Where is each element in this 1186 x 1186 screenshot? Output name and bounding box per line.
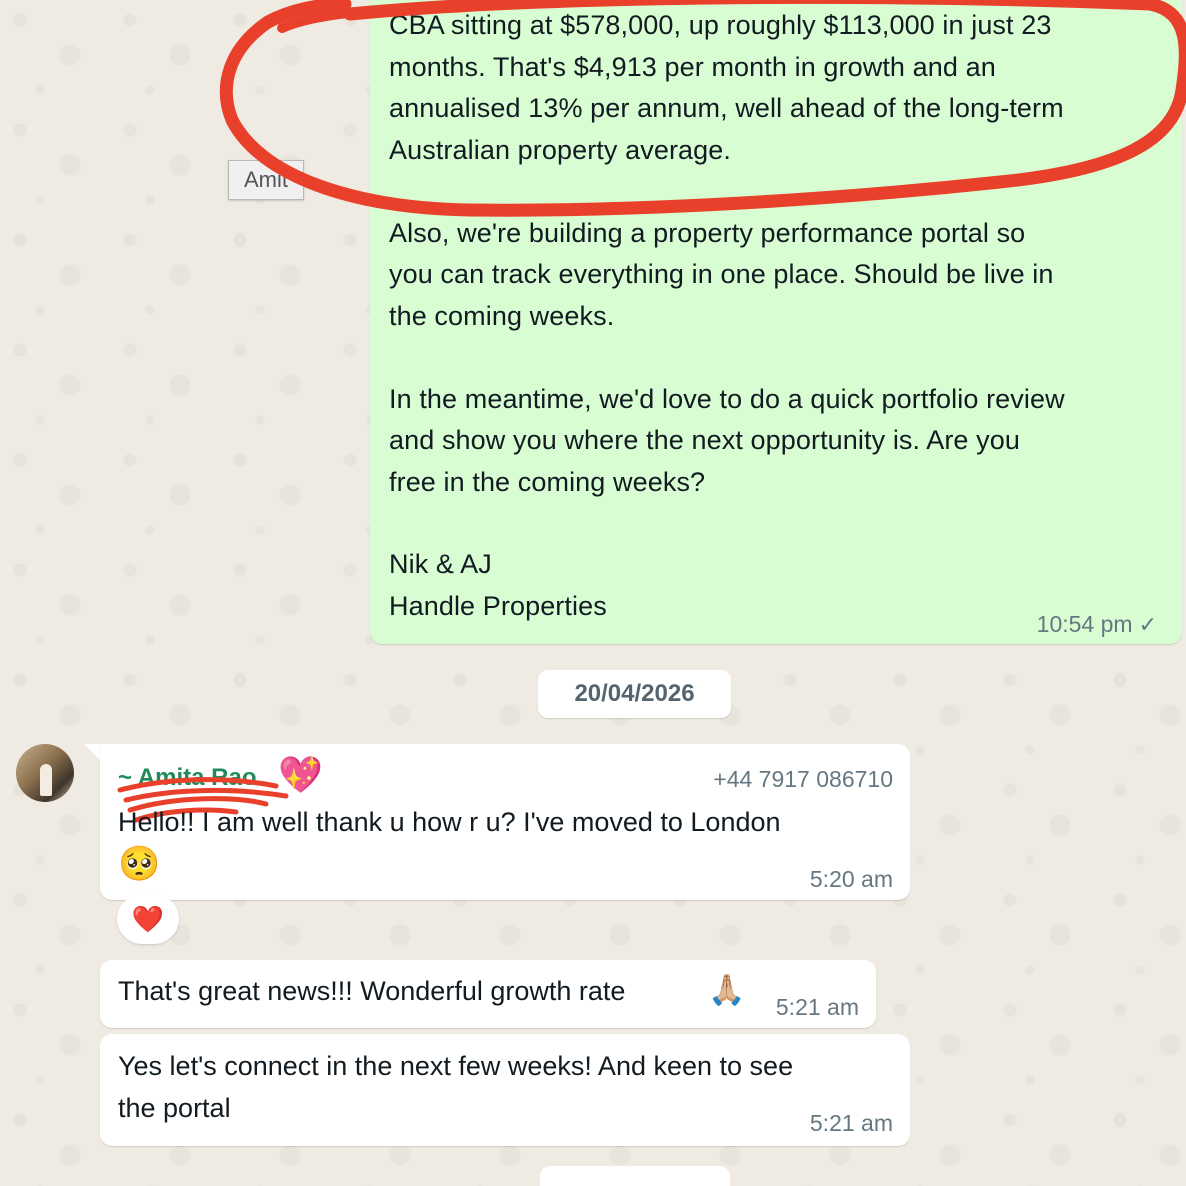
message-meta: 10:54 pm ✓ bbox=[1037, 611, 1157, 638]
incoming-message-bubble[interactable]: That's great news!!! Wonderful growth ra… bbox=[100, 960, 876, 1028]
sender-phone[interactable]: +44 7917 086710 bbox=[713, 766, 893, 793]
message-time: 5:21 am bbox=[775, 994, 859, 1020]
message-text-line: the coming weeks. bbox=[389, 301, 615, 331]
message-text-line: Yes let's connect in the next few weeks!… bbox=[118, 1051, 794, 1081]
message-text-line: In the meantime, we'd love to do a quick… bbox=[389, 384, 1065, 414]
message-signature-line: Handle Properties bbox=[389, 591, 607, 621]
message-signature-line: Nik & AJ bbox=[389, 549, 492, 579]
sender-tooltip: Amit bbox=[228, 160, 304, 200]
incoming-message-bubble[interactable]: Yes let's connect in the next few weeks!… bbox=[100, 1034, 910, 1146]
circle-stroke-overlap bbox=[277, 7, 365, 33]
message-text-line: annualised 13% per annum, well ahead of … bbox=[389, 93, 1064, 123]
avatar[interactable] bbox=[16, 744, 74, 802]
single-check-icon: ✓ bbox=[1138, 611, 1157, 637]
avatar-figure bbox=[40, 764, 52, 796]
message-time: 5:20 am bbox=[809, 866, 893, 892]
incoming-message-bubble[interactable]: ~ Amita Rao 💖 +44 7917 086710 Hello!! I … bbox=[100, 744, 910, 900]
message-text-line: That's great news!!! Wonderful growth ra… bbox=[118, 976, 626, 1006]
message-time: 5:21 am bbox=[809, 1110, 893, 1136]
message-text-line: Hello!! I am well thank u how r u? I've … bbox=[118, 807, 781, 837]
message-time: 10:54 pm bbox=[1036, 611, 1133, 637]
message-text-line: Australian property average. bbox=[389, 135, 731, 165]
heart-reaction[interactable]: ❤️ bbox=[117, 894, 179, 944]
message-text-line: the portal bbox=[118, 1093, 231, 1123]
message-text-line: you can track everything in one place. S… bbox=[389, 259, 1054, 289]
date-separator: 20/04/2026 bbox=[538, 670, 731, 718]
chat-pane: CBA sitting at $578,000, up roughly $113… bbox=[0, 0, 1186, 1186]
next-date-separator bbox=[540, 1166, 730, 1186]
bubble-tail bbox=[84, 744, 100, 760]
message-text-line: CBA sitting at $578,000, up roughly $113… bbox=[389, 10, 1052, 40]
outgoing-message-bubble[interactable]: CBA sitting at $578,000, up roughly $113… bbox=[370, 0, 1182, 644]
pleading-face-emoji: 🥺 bbox=[118, 845, 161, 883]
message-text-line: free in the coming weeks? bbox=[389, 467, 706, 497]
folded-hands-emoji: 🙏🏼 bbox=[708, 974, 746, 1007]
message-text-line: months. That's $4,913 per month in growt… bbox=[389, 52, 996, 82]
message-text-line: and show you where the next opportunity … bbox=[389, 425, 1020, 455]
message-text-line: Also, we're building a property performa… bbox=[389, 218, 1026, 248]
